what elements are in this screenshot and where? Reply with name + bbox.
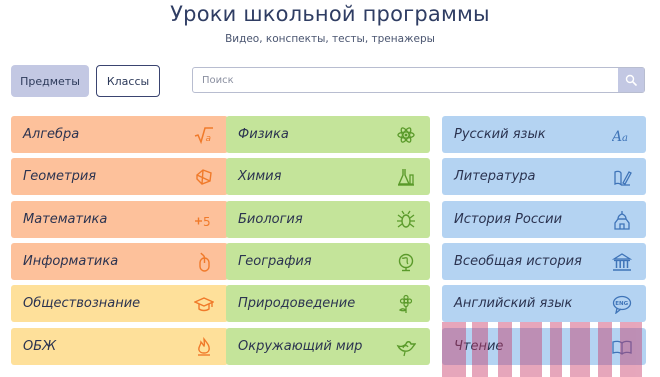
eng-speech-icon: ENG [610,292,634,316]
subject-card-history-russia[interactable]: История России [442,201,646,238]
atom-icon [394,123,418,147]
subject-label: Физика [238,127,289,142]
subject-card-biology[interactable]: Биология [226,201,430,238]
subject-card-english[interactable]: Английский язык ENG [442,285,646,322]
subject-label: Алгебра [23,127,80,142]
subject-label: Природоведение [238,296,356,311]
subject-label: Биология [238,212,303,227]
subject-card-russian[interactable]: Русский язык Aa [442,116,646,153]
subject-label: Обществознание [23,296,141,311]
subject-card-literature[interactable]: Литература [442,158,646,195]
svg-text:a: a [206,134,212,144]
tab-subjects[interactable]: Предметы [11,65,89,97]
svg-text:a: a [622,133,628,144]
subject-card-informatics[interactable]: Информатика [11,243,228,280]
subject-label: Информатика [23,254,119,269]
aa-letters-icon: Aa [610,123,634,147]
subject-label: Литература [454,169,536,184]
tab-classes[interactable]: Классы [96,65,160,97]
page-subtitle: Видео, конспекты, тесты, тренажеры [225,33,435,45]
fire-icon [192,335,216,359]
subject-card-reading[interactable]: Чтение [442,328,646,365]
subject-label: Английский язык [454,296,573,311]
search-button[interactable] [618,68,644,92]
polyhedron-icon [192,165,216,189]
subject-card-world-history[interactable]: Всеобщая история [442,243,646,280]
subject-card-social-studies[interactable]: Обществознание [11,285,228,322]
columns-building-icon [610,250,634,274]
globe-icon [394,250,418,274]
svg-text:A: A [612,129,622,145]
subject-card-geometry[interactable]: Геометрия [11,158,228,195]
search-icon [625,74,637,86]
subject-card-world-around[interactable]: Окружающий мир [226,328,430,365]
subject-label: История России [454,212,563,227]
subject-label: ОБЖ [23,339,57,354]
page-title: Уроки школьной программы [170,2,490,26]
subject-label: Русский язык [454,127,546,142]
subject-label: Химия [238,169,282,184]
subject-card-chemistry[interactable]: Химия [226,158,430,195]
search-box [192,67,645,93]
church-icon [610,208,634,232]
graduation-cap-icon [192,292,216,316]
search-input[interactable] [193,68,618,92]
bird-icon [394,335,418,359]
subject-card-math[interactable]: Математика 5 [11,201,228,238]
flask-icon [394,165,418,189]
book-pen-icon [610,165,634,189]
bug-icon [394,208,418,232]
plus-five-icon: 5 [192,208,216,232]
subject-card-algebra[interactable]: Алгебра a [11,116,228,153]
subject-label: Чтение [454,339,504,354]
svg-text:5: 5 [203,215,211,229]
flower-icon [394,292,418,316]
subject-card-obzh[interactable]: ОБЖ [11,328,228,365]
subject-card-geography[interactable]: География [226,243,430,280]
subject-card-physics[interactable]: Физика [226,116,430,153]
sqrt-a-icon: a [192,123,216,147]
subject-label: Всеобщая история [454,254,582,269]
subject-label: Окружающий мир [238,339,363,354]
subject-label: Геометрия [23,169,97,184]
svg-text:ENG: ENG [615,301,628,307]
mouse-icon [192,250,216,274]
open-book-icon [610,335,634,359]
subject-label: Математика [23,212,108,227]
subject-label: География [238,254,312,269]
subject-card-nature-studies[interactable]: Природоведение [226,285,430,322]
